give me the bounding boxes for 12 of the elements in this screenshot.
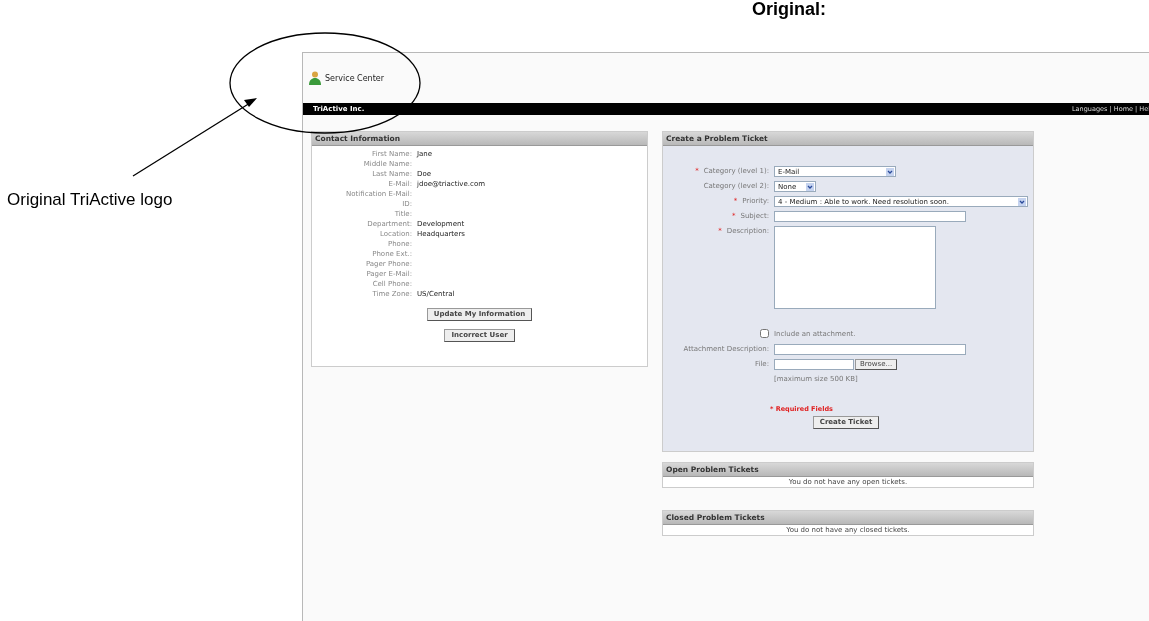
chevron-down-icon: [806, 182, 814, 191]
textarea-field[interactable]: [774, 226, 936, 309]
chevron-down-icon: [886, 167, 894, 176]
chevron-down-icon: [1018, 197, 1026, 206]
user-icon: [309, 71, 321, 85]
annotation-heading: Original:: [752, 0, 826, 18]
input-field[interactable]: [774, 211, 966, 222]
input-field[interactable]: [774, 344, 966, 355]
file-field[interactable]: [774, 359, 854, 370]
app-title: Service Center: [325, 73, 385, 83]
annotation-label: Original TriActive logo: [7, 190, 173, 210]
checkbox[interactable]: [760, 329, 769, 338]
